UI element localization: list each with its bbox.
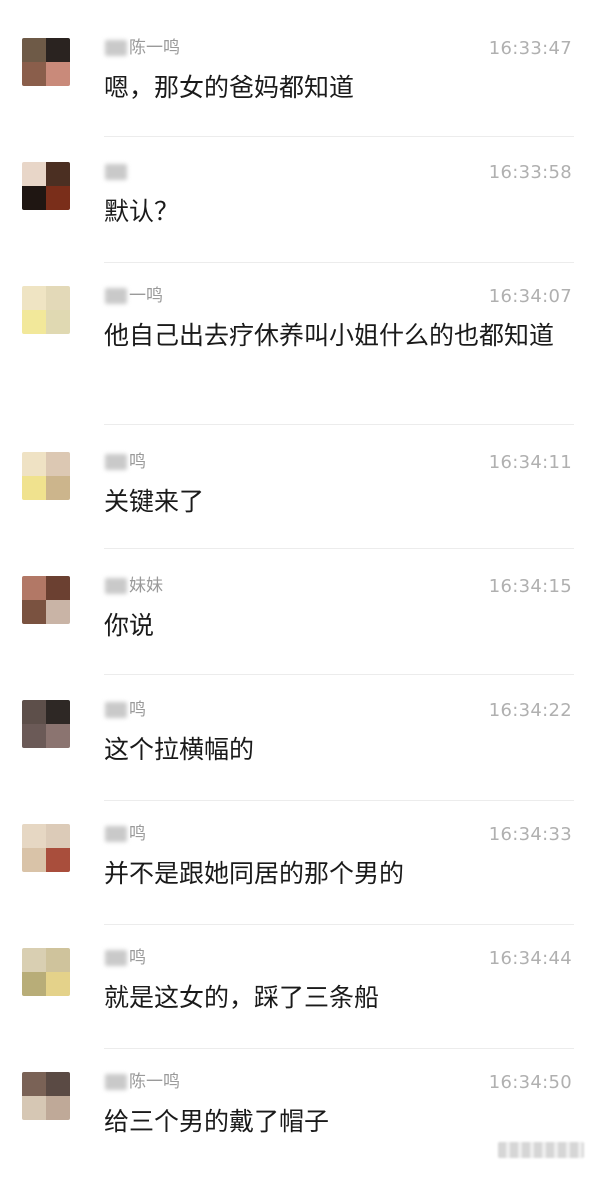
message-text[interactable]: 这个拉横幅的 <box>104 730 574 770</box>
message-text[interactable]: 你说 <box>104 606 574 646</box>
timestamp: 16:33:47 <box>488 38 572 59</box>
message-row[interactable]: 鸣 16:34:44 就是这女的，踩了三条船 <box>0 944 594 1069</box>
sender-name-text: 陈一鸣 <box>129 1072 180 1092</box>
sender-name: 鸣 <box>105 452 146 472</box>
sender-name-text: 鸣 <box>129 948 146 968</box>
timestamp: 16:34:15 <box>488 576 572 597</box>
message-row[interactable]: 鸣 16:34:22 这个拉横幅的 <box>0 696 594 821</box>
sender-name: 鸣 <box>105 700 146 720</box>
redacted-name-blur <box>105 702 127 718</box>
divider <box>104 924 574 925</box>
redacted-name-blur <box>105 826 127 842</box>
redacted-name-blur <box>105 164 127 180</box>
message-row[interactable]: 陈一鸣 16:33:47 嗯，那女的爸妈都知道 <box>0 34 594 159</box>
message-text[interactable]: 关键来了 <box>104 482 574 522</box>
message-text[interactable]: 给三个男的戴了帽子 <box>104 1102 574 1142</box>
message-text[interactable]: 就是这女的，踩了三条船 <box>104 978 574 1018</box>
redacted-name-blur <box>105 288 127 304</box>
avatar[interactable] <box>22 452 70 500</box>
message-text[interactable]: 嗯，那女的爸妈都知道 <box>104 68 574 108</box>
redacted-name-blur <box>105 454 127 470</box>
divider <box>104 548 574 549</box>
message-row[interactable]: 鸣 16:34:11 关键来了 <box>0 448 594 573</box>
timestamp: 16:33:58 <box>488 162 572 183</box>
message-row[interactable]: 一鸣 16:34:07 他自己出去疗休养叫小姐什么的也都知道 <box>0 282 594 407</box>
message-row[interactable]: 鸣 16:34:33 并不是跟她同居的那个男的 <box>0 820 594 945</box>
avatar[interactable] <box>22 700 70 748</box>
divider <box>104 424 574 425</box>
message-text[interactable]: 并不是跟她同居的那个男的 <box>104 854 574 894</box>
message-row[interactable]: 陈一鸣 16:34:50 给三个男的戴了帽子 <box>0 1068 594 1193</box>
sender-name-text: 一鸣 <box>129 286 163 306</box>
sender-name: 一鸣 <box>105 286 163 306</box>
watermark <box>498 1142 584 1158</box>
redacted-name-blur <box>105 578 127 594</box>
sender-name: 陈一鸣 <box>105 38 180 58</box>
sender-name-text: 鸣 <box>129 824 146 844</box>
divider <box>104 800 574 801</box>
timestamp: 16:34:22 <box>488 700 572 721</box>
timestamp: 16:34:44 <box>488 948 572 969</box>
redacted-name-blur <box>105 40 127 56</box>
sender-name <box>105 162 129 182</box>
sender-name: 妹妹 <box>105 576 163 596</box>
divider <box>104 1048 574 1049</box>
sender-name-text: 妹妹 <box>129 576 163 596</box>
avatar[interactable] <box>22 576 70 624</box>
sender-name: 鸣 <box>105 948 146 968</box>
sender-name-text: 鸣 <box>129 700 146 720</box>
avatar[interactable] <box>22 1072 70 1120</box>
divider <box>104 136 574 137</box>
message-row[interactable]: 妹妹 16:34:15 你说 <box>0 572 594 697</box>
timestamp: 16:34:50 <box>488 1072 572 1093</box>
sender-name-text: 鸣 <box>129 452 146 472</box>
sender-name: 鸣 <box>105 824 146 844</box>
chat-history: 陈一鸣 16:33:47 嗯，那女的爸妈都知道 16:33:58 默认？ 一鸣 16:34:… <box>0 0 594 1172</box>
timestamp: 16:34:33 <box>488 824 572 845</box>
timestamp: 16:34:11 <box>488 452 572 473</box>
message-row[interactable]: 16:33:58 默认？ <box>0 158 594 283</box>
avatar[interactable] <box>22 162 70 210</box>
redacted-name-blur <box>105 1074 127 1090</box>
message-text[interactable]: 他自己出去疗休养叫小姐什么的也都知道 <box>104 316 574 356</box>
divider <box>104 262 574 263</box>
avatar[interactable] <box>22 286 70 334</box>
timestamp: 16:34:07 <box>488 286 572 307</box>
message-text[interactable]: 默认？ <box>104 192 574 232</box>
divider <box>104 674 574 675</box>
redacted-name-blur <box>105 950 127 966</box>
sender-name-text: 陈一鸣 <box>129 38 180 58</box>
avatar[interactable] <box>22 824 70 872</box>
avatar[interactable] <box>22 948 70 996</box>
avatar[interactable] <box>22 38 70 86</box>
sender-name: 陈一鸣 <box>105 1072 180 1092</box>
